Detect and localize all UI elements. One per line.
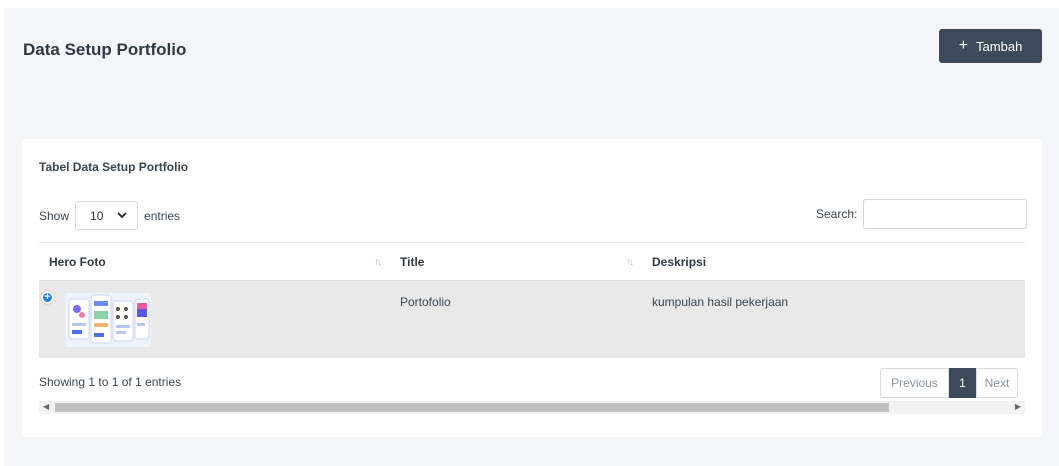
data-table: Hero Foto ↑↓ Title ↑↓ Deskripsi + Portof… <box>39 242 1025 358</box>
chevron-down-icon <box>117 212 127 219</box>
expand-row-icon[interactable]: + <box>41 291 54 304</box>
page-length-control: Show 10 entries <box>39 201 180 230</box>
page-title: Data Setup Portfolio <box>23 40 187 59</box>
column-header-hero-foto[interactable]: Hero Foto ↑↓ <box>39 243 390 280</box>
page-length-select[interactable]: 10 <box>75 201 139 230</box>
page-1-button[interactable]: 1 <box>949 368 976 398</box>
table-header: Hero Foto ↑↓ Title ↑↓ Deskripsi <box>39 242 1025 281</box>
add-button-label: Tambah <box>976 38 1023 54</box>
search-control: Search: <box>816 199 1028 229</box>
plus-icon: + <box>958 37 969 54</box>
add-button[interactable]: + Tambah <box>939 29 1042 63</box>
table-card: Tabel Data Setup Portfolio Show 10 entri… <box>22 139 1042 437</box>
cell-title: Portofolio <box>400 295 451 309</box>
page-length-value: 10 <box>90 208 104 223</box>
table-info: Showing 1 to 1 of 1 entries <box>39 375 182 389</box>
search-label: Search: <box>816 207 858 221</box>
hero-foto-thumbnail <box>65 293 151 347</box>
cell-deskripsi: kumpulan hasil pekerjaan <box>652 295 789 309</box>
table-row: + Portofolio kumpulan hasil pekerjaan <box>39 281 1025 358</box>
sort-icon: ↑↓ <box>374 257 382 268</box>
pagination: Previous 1 Next <box>880 368 1018 398</box>
column-header-deskripsi[interactable]: Deskripsi <box>642 243 1025 280</box>
column-header-title[interactable]: Title ↑↓ <box>390 243 642 280</box>
scroll-right-icon[interactable]: ▶ <box>1015 402 1021 411</box>
scrollbar-thumb[interactable] <box>55 403 889 412</box>
show-label: Show <box>39 208 70 223</box>
next-button[interactable]: Next <box>976 368 1018 398</box>
previous-button[interactable]: Previous <box>880 368 949 398</box>
sort-icon: ↑↓ <box>626 257 634 268</box>
cell-hero-foto: + <box>39 281 390 358</box>
horizontal-scrollbar[interactable]: ◀ ▶ <box>39 401 1025 414</box>
entries-label: entries <box>144 208 181 223</box>
card-title: Tabel Data Setup Portfolio <box>39 160 189 174</box>
scroll-left-icon[interactable]: ◀ <box>43 402 49 411</box>
search-input[interactable] <box>863 199 1028 229</box>
